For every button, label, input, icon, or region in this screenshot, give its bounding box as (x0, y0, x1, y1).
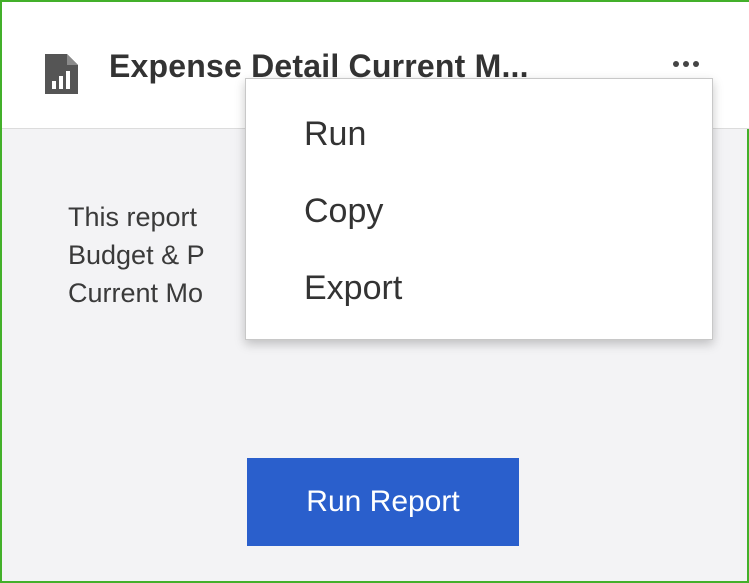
description-line: Current Mo (68, 278, 204, 308)
context-menu: Run Copy Export (245, 78, 713, 340)
description-line: Budget & P (68, 240, 205, 270)
report-chart-icon (45, 54, 78, 94)
menu-item-run[interactable]: Run (304, 115, 366, 154)
report-description: This report Budget & P Current Mo (68, 198, 205, 312)
more-options-button[interactable] (666, 46, 706, 82)
menu-item-export[interactable]: Export (304, 269, 402, 308)
run-report-button[interactable]: Run Report (247, 458, 519, 546)
menu-item-copy[interactable]: Copy (304, 192, 383, 231)
ellipsis-icon (673, 61, 699, 67)
description-line: This report (68, 202, 198, 232)
